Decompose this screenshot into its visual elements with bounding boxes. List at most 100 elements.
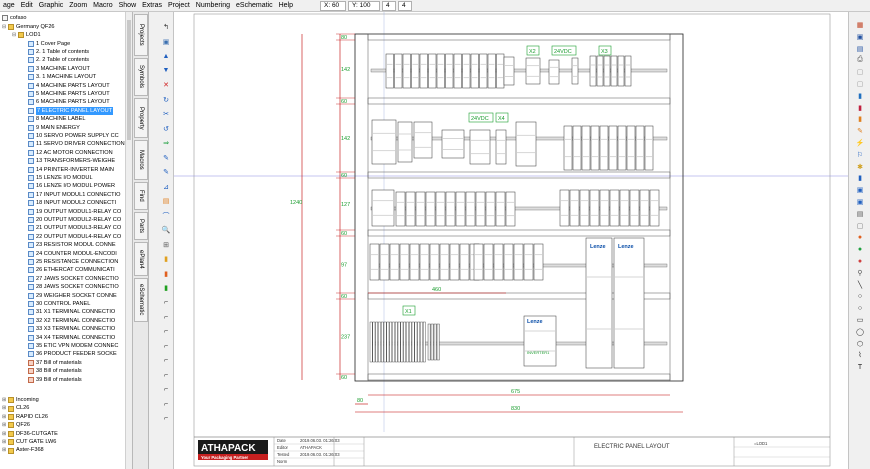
page-down-icon[interactable]: ▼ [161, 66, 171, 76]
tree-page-item[interactable]: 34 X4 TERMINAL CONNECTIO [28, 334, 115, 342]
box-icon[interactable]: ▢ [855, 221, 865, 231]
tree-page-item[interactable]: 20 OUTPUT MODUL2-RELAY CO [28, 216, 121, 224]
tree-page-item[interactable]: 28 JAWS SOCKET CONNECTIO [28, 283, 119, 291]
new-page-icon[interactable]: ▣ [161, 37, 171, 47]
arrow-icon[interactable]: ⇒ [161, 138, 171, 148]
power-icon[interactable]: ⚡ [855, 138, 865, 148]
tree-page-item[interactable]: 24 COUNTER MODUL-ENCODI [28, 250, 117, 258]
tree-page-item[interactable]: 26 ETHERCAT COMMUNICATI [28, 266, 115, 274]
tree-page-item[interactable]: 6 MACHINE PARTS LAYOUT [28, 98, 110, 106]
search-icon[interactable]: ⚲ [855, 268, 865, 278]
tree-page-item[interactable]: 1 Cover Page [28, 40, 70, 48]
corner-icon[interactable]: ⌐ [161, 327, 171, 337]
menu-show[interactable]: Show [116, 0, 140, 12]
scrollbar-thumb[interactable] [127, 20, 131, 140]
expand-icon[interactable]: ⊞ [2, 446, 7, 454]
corner-icon[interactable]: ⌐ [161, 356, 171, 366]
menu-eschematic[interactable]: eSchematic [233, 0, 276, 12]
grid-icon[interactable]: ⊞ [161, 240, 171, 250]
corner-icon[interactable]: ⌐ [161, 414, 171, 424]
expand-icon[interactable]: ⊞ [2, 421, 7, 429]
menu-macro[interactable]: Macro [90, 0, 115, 12]
delete-icon[interactable]: ✕ [161, 80, 171, 90]
tree-page-item[interactable]: 22 OUTPUT MODUL4-RELAY CO [28, 233, 121, 241]
undo-icon[interactable]: ↰ [161, 22, 171, 32]
wire-icon[interactable]: ⌒ [161, 211, 171, 221]
expand-icon[interactable]: ⊞ [2, 404, 7, 412]
drawing-canvas[interactable]: X2 24VDC X3 24VDC X4 X1 Lenze Lenze Lenz… [174, 12, 848, 469]
tree-page-item[interactable]: 12 AC MOTOR CONNECTION [28, 149, 113, 157]
tree-project-item[interactable]: ⊞ CL26 [2, 404, 29, 412]
ball-icon[interactable]: ● [855, 244, 865, 254]
tree-page-item[interactable]: 27 JAWS SOCKET CONNECTIO [28, 275, 119, 283]
tree-page-item[interactable]: 2. 1 Table of contents [28, 48, 89, 56]
tree-page-item[interactable]: 5 MACHINE PARTS LAYOUT [28, 90, 110, 98]
y-coord-field[interactable]: Y: 100 [348, 1, 380, 11]
terminal-icon[interactable]: ▣ [855, 197, 865, 207]
tree-page-item[interactable]: 10 SERVO POWER SUPPLY CC [28, 132, 119, 140]
page-icon[interactable]: ▦ [855, 20, 865, 30]
tree-page-item[interactable]: 38 Bill of materials [28, 367, 82, 375]
connect-icon[interactable]: ⊿ [161, 182, 171, 192]
corner-icon[interactable]: ⌐ [161, 312, 171, 322]
symbol-icon[interactable]: ▮ [855, 91, 865, 101]
side-tab-symbols[interactable]: Symbols [134, 58, 148, 96]
corner-icon[interactable]: ⌐ [161, 370, 171, 380]
tree-page-item[interactable]: 11 SERVO DRIVER CONNECTION [28, 140, 125, 148]
menu-extras[interactable]: Extras [139, 0, 165, 12]
menu-help[interactable]: Help [276, 0, 296, 12]
page-up-icon[interactable]: ▲ [161, 51, 171, 61]
circle-icon[interactable]: ○ [855, 303, 865, 313]
tree-project-item[interactable]: ⊞ DF36-CUTGATE [2, 430, 58, 438]
collapse-icon[interactable]: ⊟ [2, 23, 7, 31]
tree-project[interactable]: ⊟ Germany QF26 [2, 23, 55, 31]
star-icon[interactable]: ✱ [855, 162, 865, 172]
tree-page-item[interactable]: 32 X2 TERMINAL CONNECTIO [28, 317, 115, 325]
layer-icon[interactable]: ▤ [161, 196, 171, 206]
symbol-icon[interactable]: ▮ [855, 103, 865, 113]
symbol-icon[interactable]: ▮ [855, 114, 865, 124]
side-tab-eschematic[interactable]: eSchematic [134, 278, 148, 322]
tree-project-item[interactable]: ⊞ Aster-F368 [2, 446, 44, 454]
refresh-icon[interactable]: ↻ [161, 95, 171, 105]
menu-zoom[interactable]: Zoom [66, 0, 90, 12]
tree-page-item[interactable]: 14 PRINTER-INVERTER MAIN [28, 166, 114, 174]
corner-icon[interactable]: ⌐ [161, 385, 171, 395]
tree-page-item[interactable]: 29 WEIGHER SOCKET CONNE [28, 292, 117, 300]
tree-page-item[interactable]: 33 X3 TERMINAL CONNECTIO [28, 325, 115, 333]
side-tab-projects[interactable]: Projects [134, 14, 148, 56]
pencil-icon[interactable]: ✎ [161, 153, 171, 163]
corner-icon[interactable]: ⌐ [161, 399, 171, 409]
tree-page-item[interactable]: 18 INPUT MODUL2 CONNECTI [28, 199, 116, 207]
tree-page-item[interactable]: 15 LENZE I/O MODUL [28, 174, 93, 182]
corner-icon[interactable]: ⌐ [161, 298, 171, 308]
rectangle-icon[interactable]: ▭ [855, 315, 865, 325]
grid-field-1[interactable]: 4 [382, 1, 396, 11]
polyline-icon[interactable]: ⌇ [855, 350, 865, 360]
tree-page-item[interactable]: 9 MAIN ENERGY [28, 124, 80, 132]
tree-page-item[interactable]: 37 Bill of materials [28, 359, 82, 367]
list-icon[interactable]: ▤ [855, 209, 865, 219]
tree-page-item[interactable]: 16 LENZE I/O MODUL POWER [28, 182, 115, 190]
module-icon[interactable]: ▮ [855, 173, 865, 183]
flag-icon[interactable]: ▮ [161, 283, 171, 293]
menu-edit[interactable]: Edit [18, 0, 36, 12]
tree-page-item[interactable]: 23 RESISTOR MODUL CONNE [28, 241, 116, 249]
tree-page-item[interactable]: 3 MACHINE LAYOUT [28, 65, 90, 73]
print-icon[interactable]: ⎙ [855, 55, 865, 65]
tree-project-item[interactable]: ⊞ CUT GATE LW6 [2, 438, 56, 446]
copy-icon[interactable]: ▤ [855, 44, 865, 54]
ball-icon[interactable]: ● [855, 256, 865, 266]
corner-icon[interactable]: ⌐ [161, 341, 171, 351]
tree-page-item[interactable]: 7 ELECTRIC PANEL LAYOUT [28, 106, 114, 116]
menu-numbering[interactable]: Numbering [193, 0, 233, 12]
tree-project-item[interactable]: ⊞ QF26 [2, 421, 30, 429]
menu-project[interactable]: Project [165, 0, 193, 12]
side-tab-parts[interactable]: Parts [134, 212, 148, 240]
tree-page-item[interactable]: 30 CONTROL PANEL [28, 300, 90, 308]
zoom-icon[interactable]: 🔍 [161, 225, 171, 235]
tree-group[interactable]: ⊟ LOD1 [12, 31, 41, 39]
x-coord-field[interactable]: X: 60 [320, 1, 346, 11]
polygon-icon[interactable]: ⬡ [855, 339, 865, 349]
menu-graphic[interactable]: Graphic [36, 0, 67, 12]
